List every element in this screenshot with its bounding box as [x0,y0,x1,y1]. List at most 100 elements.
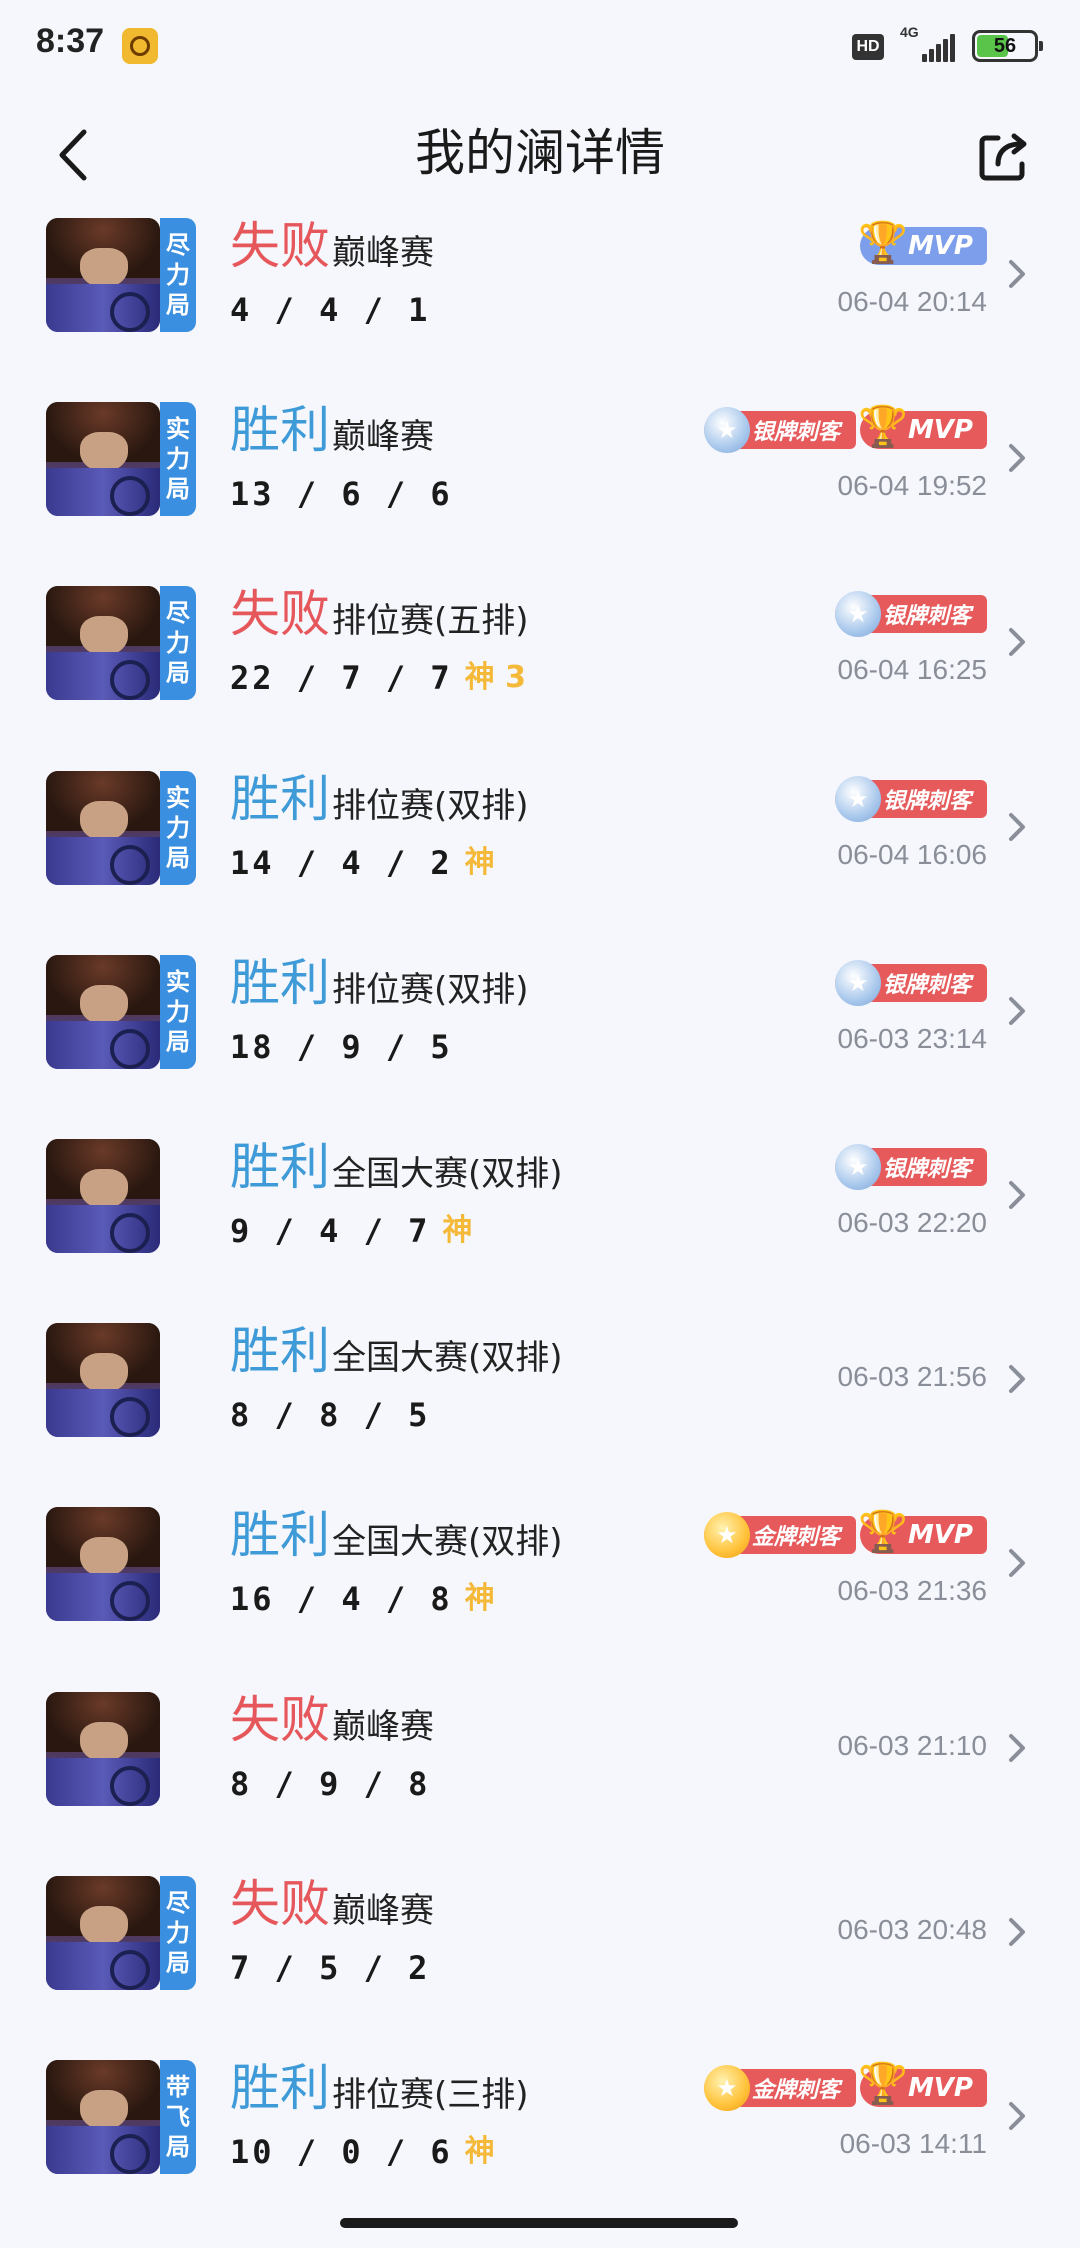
badge-label: MVP [907,415,973,446]
trophy-icon: 🏆 [858,1508,908,1555]
performance-tag-char: 力 [166,261,190,289]
hero-avatar [46,1875,160,1990]
badge-label: 银牌刺客 [882,972,971,998]
performance-tag-char: 局 [166,659,190,688]
match-result: 胜利 [230,1322,330,1381]
match-row[interactable]: 实力局胜利 巅峰赛 13 / 6 / 6 06-04 19:52 ★ 银牌刺客 🏆 MVP [0,394,1080,578]
chevron-right-icon [1009,1180,1025,1209]
match-row[interactable]: 胜利 全国大赛(双排) 8 / 8 / 5 06-03 21:56 [0,1315,1080,1499]
match-row[interactable]: 尽力局失败 排位赛(五排) 22 / 7 / 7神 3 06-04 16:25 ★ 银牌刺… [0,578,1080,762]
hd-icon: HD [852,34,884,60]
performance-tag-char: 尽 [166,1888,190,1917]
trophy-icon: 🏆 [858,219,908,266]
match-row[interactable]: 失败 巅峰赛 8 / 9 / 8 06-03 21:10 [0,1684,1080,1868]
performance-tag-char: 局 [166,475,190,504]
match-mode: 排位赛(五排) [332,601,529,642]
performance-tag-char: 实 [166,967,190,996]
god-like-label: 神 [464,844,495,880]
match-result: 胜利 [230,769,330,828]
match-row[interactable]: 尽力局失败 巅峰赛 4 / 4 / 1 06-04 20:14 🏆 MVP [0,210,1080,394]
hero-avatar [46,586,160,701]
chevron-right-icon [1009,260,1025,288]
match-mode: 全国大赛(双排) [332,1338,563,1379]
silver-assassin-badge: ★ 银牌刺客 [834,775,987,822]
match-result: 胜利 [230,1506,330,1565]
kda-score: 9 / 4 / 7 [230,1211,431,1250]
match-time: 06-03 14:11 [839,2127,987,2159]
god-like-label: 神 [442,1212,473,1248]
match-time: 06-03 22:20 [837,1206,987,1238]
page-title: 我的澜详情 [415,124,665,182]
match-mode: 排位赛(三排) [332,2074,529,2115]
hero-avatar [46,218,160,332]
hero-avatar [46,1138,160,1253]
match-row[interactable]: 实力局胜利 排位赛(双排) 14 / 4 / 2 神 06-04 16:06 ★ 银牌刺客 [0,763,1080,947]
performance-tag-char: 飞 [166,2102,190,2131]
medal-icon: ★ [834,775,881,822]
match-list: 尽力局失败 巅峰赛 4 / 4 / 1 06-04 20:14 🏆 MVP 实力局胜利 巅峰赛… [0,210,1080,2236]
silver-assassin-badge: ★ 银牌刺客 [834,1143,987,1190]
performance-tag-char: 力 [166,629,190,658]
header: 我的澜详情 [0,100,1080,210]
app-notification-icon [122,28,158,64]
chevron-right-icon [1009,1733,1025,1762]
mvp-badge: 🏆 MVP [858,220,987,266]
honor-badges: ★ 银牌刺客 [834,591,987,638]
performance-tag: 尽力局 [160,1875,196,1990]
kda-score: 10 / 0 / 6 [230,2132,453,2171]
kda-score: 18 / 9 / 5 [230,1027,453,1066]
gold-assassin-badge: ★ 金牌刺客 [703,1512,856,1559]
god-like-label: 神 3 [464,660,526,696]
kda-score: 4 / 4 / 1 [230,291,431,329]
performance-tag: 尽力局 [160,218,196,332]
medal-icon: ★ [834,1143,881,1190]
performance-tag-char: 力 [166,445,190,474]
performance-tag: 尽力局 [160,586,196,701]
kda-score: 22 / 7 / 7 [230,659,453,698]
match-time: 06-04 19:52 [837,470,987,502]
match-row[interactable]: 实力局胜利 排位赛(双排) 18 / 9 / 5 06-03 23:14 ★ 银牌刺客 [0,947,1080,1131]
chevron-right-icon [1009,996,1025,1025]
badge-label: 银牌刺客 [882,604,971,630]
medal-icon: ★ [834,591,881,638]
performance-tag-char: 实 [166,783,190,812]
kda-score: 16 / 4 / 8 [230,1580,453,1619]
performance-tag-char: 局 [166,1948,190,1977]
match-mode: 全国大赛(双排) [332,1522,563,1563]
medal-icon: ★ [703,1512,750,1559]
share-icon [979,133,1027,181]
hero-avatar [46,1691,160,1806]
kda-score: 13 / 6 / 6 [230,475,453,514]
match-row[interactable]: 尽力局失败 巅峰赛 7 / 5 / 2 06-03 20:48 [0,1868,1080,2052]
status-time: 8:37 [36,22,105,60]
match-time: 06-03 21:36 [837,1575,987,1607]
match-mode: 全国大赛(双排) [332,1153,563,1194]
hero-avatar [46,954,160,1069]
match-mode: 巅峰赛 [332,1890,434,1931]
match-row[interactable]: 带飞局胜利 排位赛(三排) 10 / 0 / 6 神 06-03 14:11 ★ 金牌刺客 🏆… [0,2052,1080,2236]
match-time: 06-03 21:56 [837,1361,987,1393]
match-result: 胜利 [230,953,330,1012]
match-mode: 巅峰赛 [332,1706,434,1747]
performance-tag-char: 局 [166,291,190,319]
match-result: 胜利 [230,2058,330,2117]
medal-icon: ★ [703,407,750,454]
match-row[interactable]: 胜利 全国大赛(双排) 9 / 4 / 7 神 06-03 22:20 ★ 银牌刺客 [0,1131,1080,1315]
medal-icon: ★ [834,959,881,1006]
share-button[interactable] [976,128,1032,184]
hero-avatar [46,1507,160,1622]
god-like-label: 神 [464,1581,495,1617]
honor-badges: ★ 银牌刺客 [834,959,987,1006]
match-time: 06-04 16:25 [837,654,987,686]
match-mode: 巅峰赛 [332,233,434,273]
match-row[interactable]: 胜利 全国大赛(双排) 16 / 4 / 8 神 06-03 21:36 ★ 金牌刺客 🏆 MV… [0,1499,1080,1683]
match-time: 06-03 23:14 [837,1022,987,1054]
performance-tag-char: 局 [166,2132,190,2161]
chevron-right-icon [1009,1917,1025,1946]
match-time: 06-03 20:48 [837,1913,987,1945]
trophy-icon: 🏆 [858,403,908,450]
home-indicator[interactable] [340,2218,738,2228]
performance-tag-char: 局 [166,843,190,872]
match-mode: 排位赛(双排) [332,785,529,826]
performance-tag-char: 带 [166,2072,190,2101]
